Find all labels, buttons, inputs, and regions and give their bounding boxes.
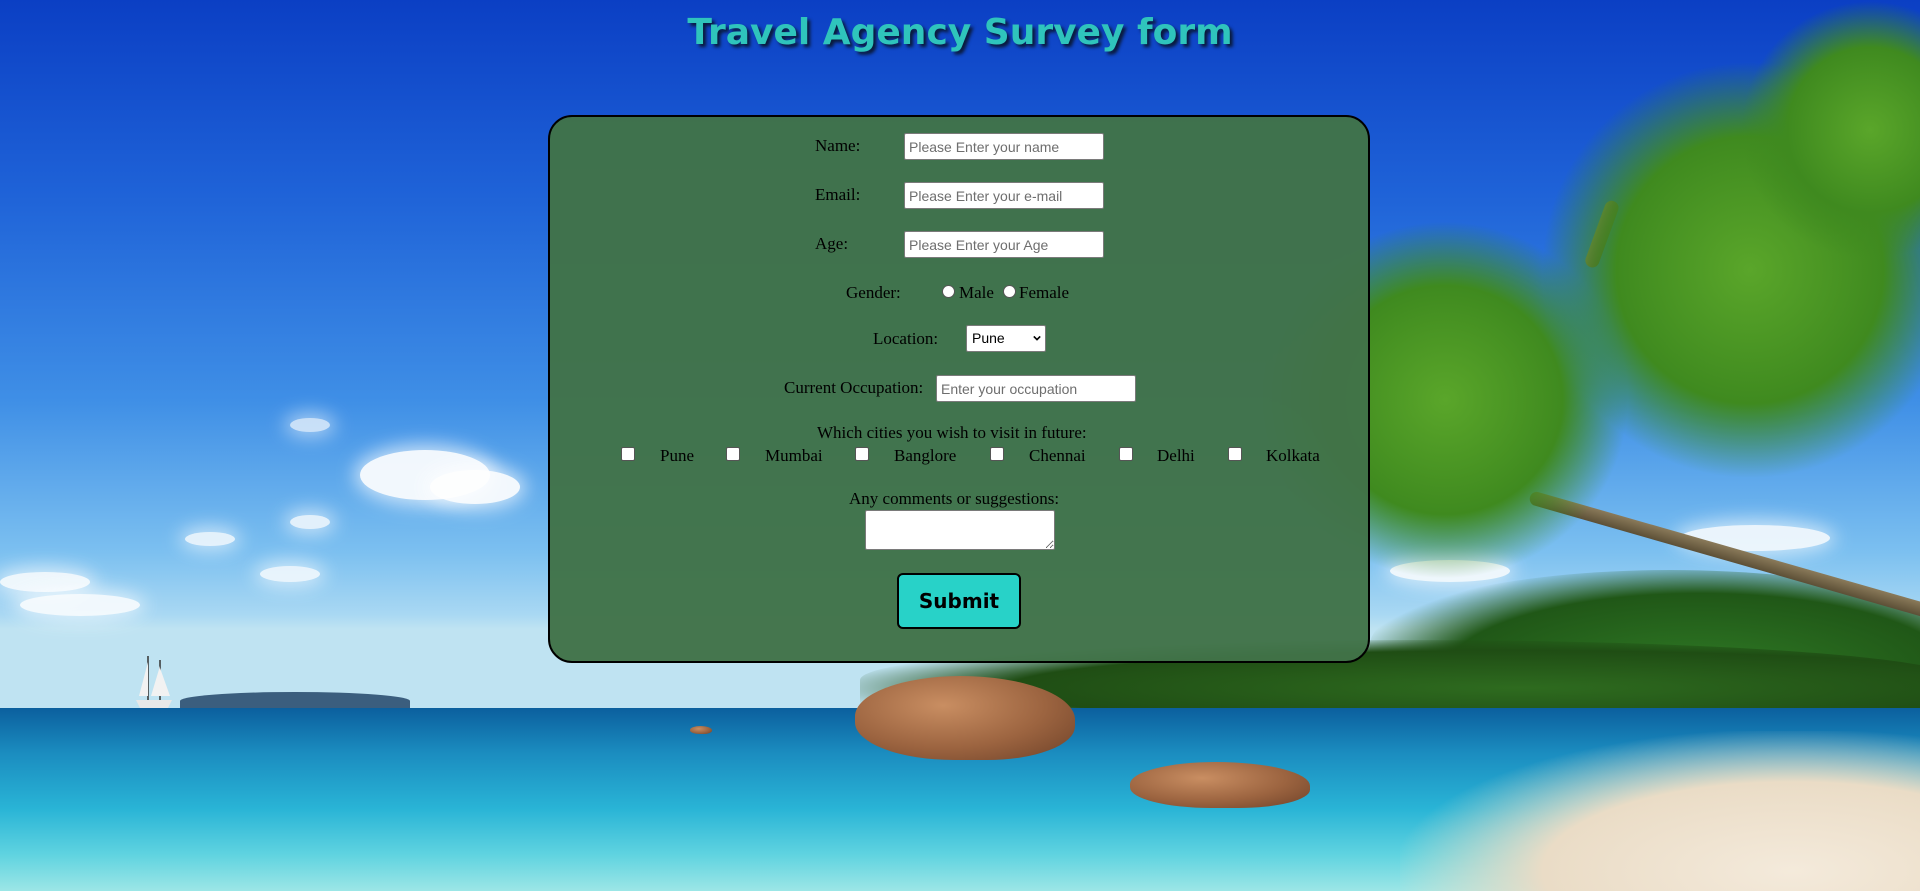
email-input[interactable] xyxy=(904,182,1104,209)
location-selected-value: Pune xyxy=(972,330,1005,346)
gender-label: Gender: xyxy=(846,283,901,302)
rock xyxy=(855,676,1075,760)
radio-female[interactable] xyxy=(1003,285,1016,298)
name-label: Name: xyxy=(815,136,861,155)
radio-female-label: Female xyxy=(1019,283,1070,302)
checkbox-banglore[interactable] xyxy=(855,447,869,461)
radio-male-label: Male xyxy=(959,283,994,302)
location-select[interactable]: Pune xyxy=(966,325,1046,352)
cloud xyxy=(20,594,140,616)
comments-textarea[interactable] xyxy=(865,510,1055,550)
location-label: Location: xyxy=(873,329,939,348)
cloud xyxy=(430,470,520,504)
cities-label: Which cities you wish to visit in future… xyxy=(817,423,1087,442)
email-label: Email: xyxy=(815,185,861,204)
radio-male[interactable] xyxy=(942,285,955,298)
checkbox-chennai-label: Chennai xyxy=(1029,446,1086,465)
page-title: Travel Agency Survey form xyxy=(687,12,1233,53)
rock xyxy=(690,726,712,734)
cloud xyxy=(290,515,330,529)
checkbox-delhi[interactable] xyxy=(1119,447,1133,461)
sailing-ship-icon xyxy=(136,656,172,708)
cloud xyxy=(290,418,330,432)
checkbox-delhi-label: Delhi xyxy=(1157,446,1195,465)
occupation-input[interactable] xyxy=(936,375,1136,402)
rock xyxy=(1130,762,1310,808)
submit-button[interactable]: Submit xyxy=(897,573,1021,629)
comments-label: Any comments or suggestions: xyxy=(849,489,1060,508)
checkbox-pune[interactable] xyxy=(621,447,635,461)
checkbox-kolkata-label: Kolkata xyxy=(1266,446,1320,465)
checkbox-chennai[interactable] xyxy=(990,447,1004,461)
checkbox-mumbai-label: Mumbai xyxy=(765,446,823,465)
occupation-label: Current Occupation: xyxy=(784,378,924,397)
sand xyxy=(1400,731,1920,891)
age-label: Age: xyxy=(815,234,849,253)
checkbox-mumbai[interactable] xyxy=(726,447,740,461)
checkbox-pune-label: Pune xyxy=(660,446,694,465)
age-input[interactable] xyxy=(904,231,1104,258)
cloud xyxy=(185,532,235,546)
name-input[interactable] xyxy=(904,133,1104,160)
checkbox-banglore-label: Banglore xyxy=(894,446,957,465)
cloud xyxy=(260,566,320,582)
chevron-down-icon xyxy=(1033,335,1041,341)
cloud xyxy=(0,572,90,592)
checkbox-kolkata[interactable] xyxy=(1228,447,1242,461)
